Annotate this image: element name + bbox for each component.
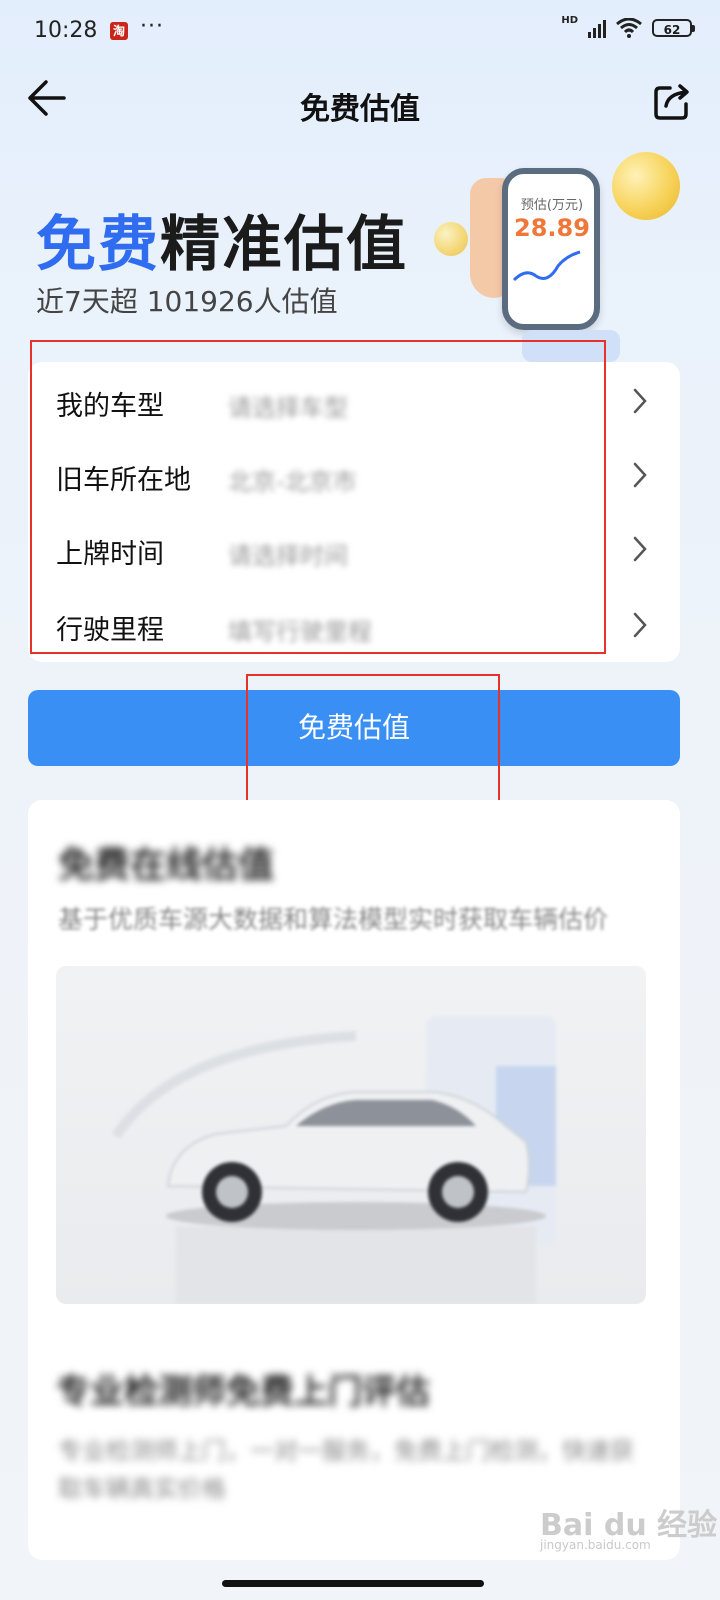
hd-indicator: HD [561,14,578,26]
hero-subtitle: 近7天超 101926人估值 [36,285,338,318]
car-image [56,966,646,1304]
chevron-right-icon [633,536,647,562]
hero-title: 免费精准估值 [36,196,408,283]
status-time: 10:28 [34,18,98,43]
status-indicators: HD 62 [561,14,695,38]
home-indicator[interactable] [222,1580,484,1587]
chevron-right-icon [633,462,647,488]
page-title: 免费估值 [300,92,420,127]
expert-description: 专业检测师上门，一对一服务，免费上门检测，快速获取车辆真实价格 [58,1437,634,1503]
wifi-icon [616,18,642,38]
coin-icon [434,222,468,256]
coin-icon [612,152,680,220]
share-button[interactable] [652,80,692,122]
estimate-label: 预估(万元) [520,198,584,213]
more-notifications-icon: ··· [140,14,164,39]
hero-title-rest: 精准估值 [160,210,408,280]
taobao-notification-icon: 淘 [110,22,128,40]
chevron-right-icon [633,388,647,414]
signal-icon [588,18,606,38]
chevron-right-icon [633,612,647,638]
annotation-highlight-button [246,674,500,808]
expert-title: 专业检测师免费上门评估 [56,1372,430,1412]
estimate-value: 28.89 [514,214,590,242]
battery-icon: 62 [652,19,695,37]
watermark-url: jingyan.baidu.com [540,1538,651,1552]
info-description: 基于优质车源大数据和算法模型实时获取车辆估价 [58,905,609,934]
trend-line-icon [512,250,581,282]
info-title: 免费在线估值 [58,845,275,886]
hero-title-highlight: 免费 [36,210,160,280]
share-icon [654,84,689,120]
annotation-highlight-form [30,340,606,654]
